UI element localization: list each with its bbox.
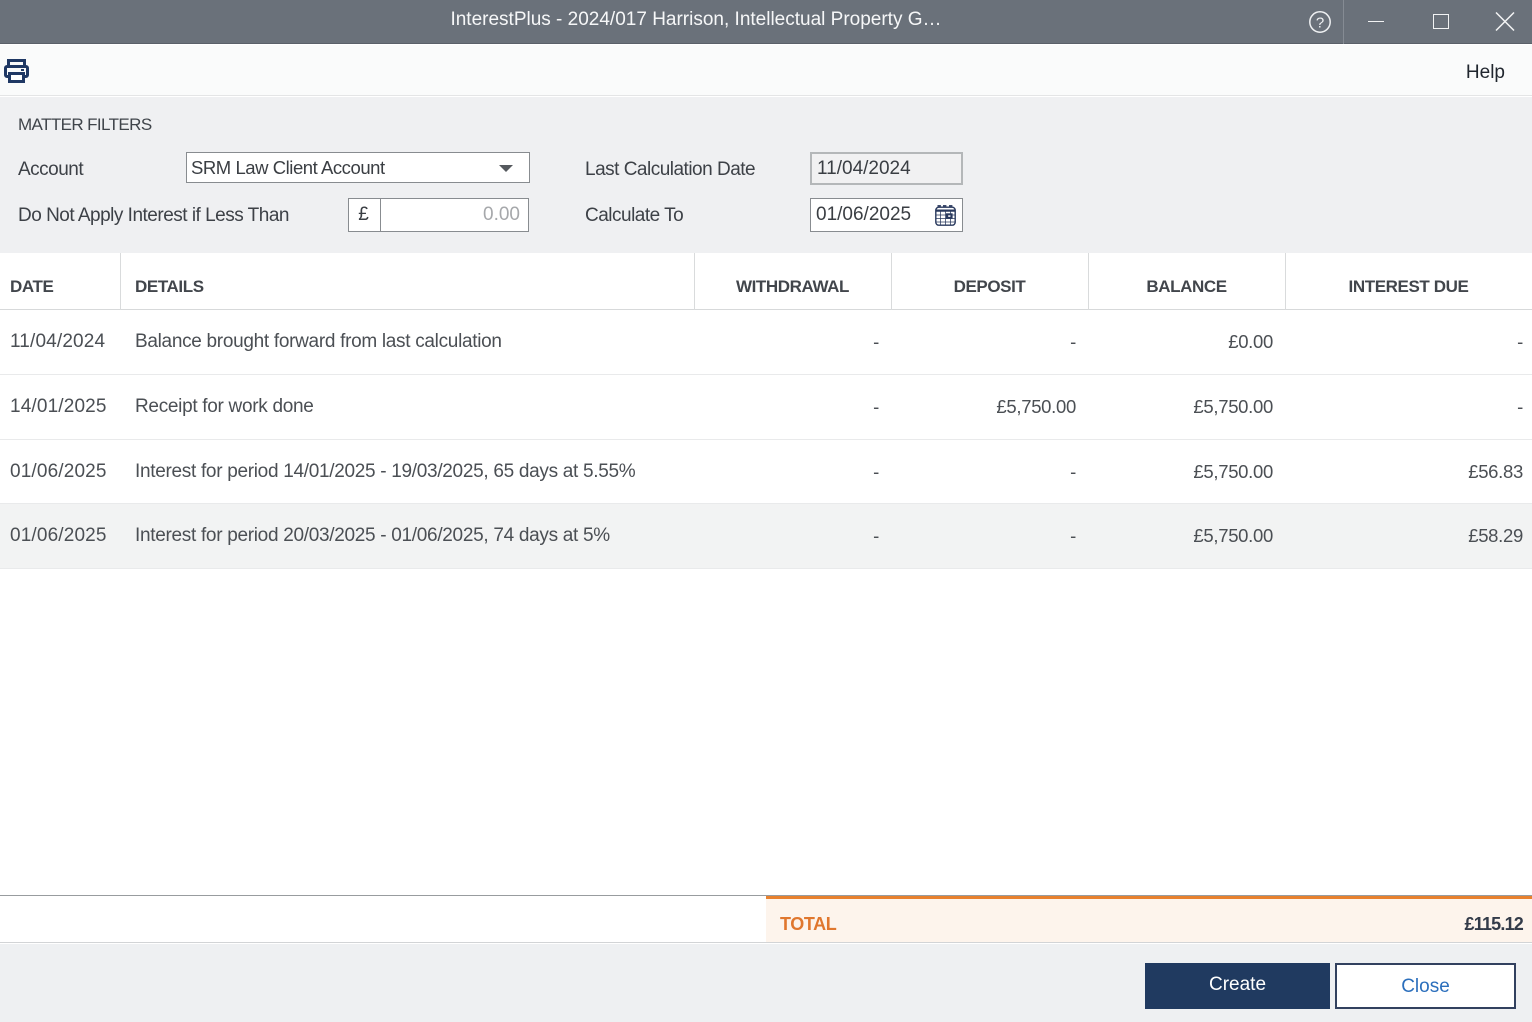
svg-text:?: ?	[1316, 15, 1324, 32]
